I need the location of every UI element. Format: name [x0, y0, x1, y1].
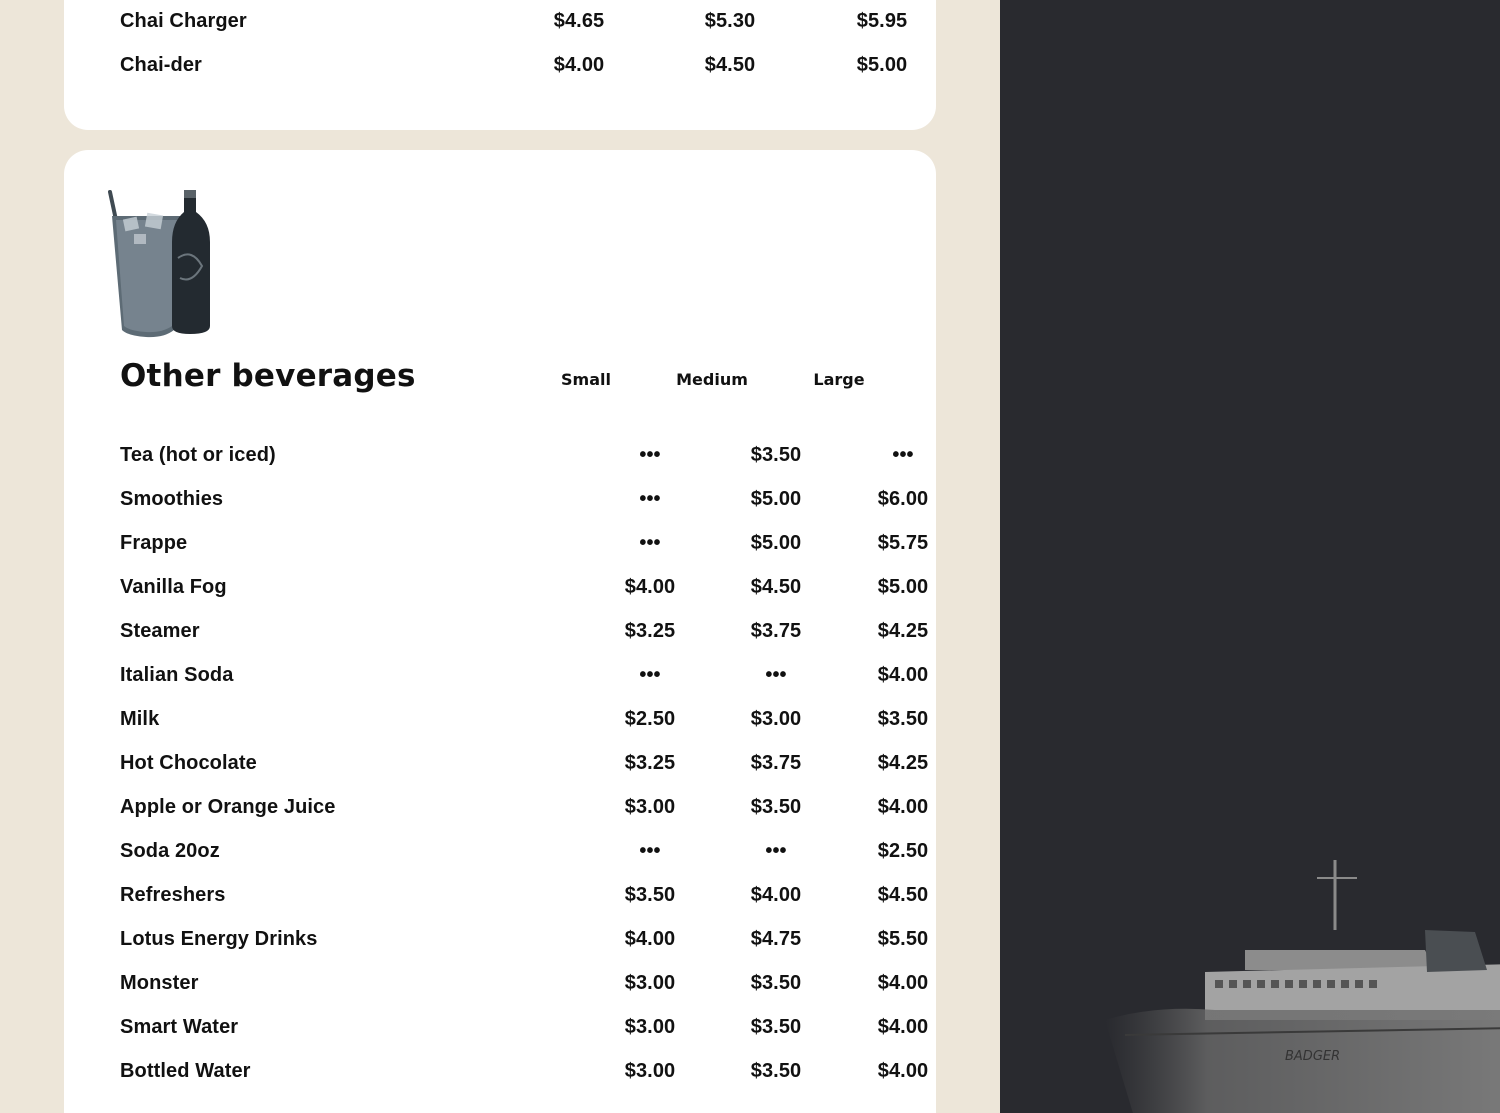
- item-name: Apple or Orange Juice: [120, 796, 336, 818]
- price-medium: $4.50: [704, 54, 756, 76]
- price-small: $3.25: [624, 752, 676, 774]
- price-medium: •••: [765, 840, 787, 862]
- price-large: $4.50: [877, 884, 929, 906]
- price-large: $2.50: [877, 840, 929, 862]
- price-medium: $4.75: [750, 928, 802, 950]
- price-large: $5.00: [877, 576, 929, 598]
- menu-row: Chai Charger $4.65 $5.30 $5.95: [120, 10, 920, 40]
- item-name: Italian Soda: [120, 664, 234, 686]
- menu-row: Hot Chocolate $3.25 $3.75 $4.25: [120, 752, 928, 782]
- menu-row: Refreshers $3.50 $4.00 $4.50: [120, 884, 928, 914]
- item-name: Monster: [120, 972, 199, 994]
- price-medium: $3.50: [750, 444, 802, 466]
- price-large: $5.75: [877, 532, 929, 554]
- price-small: $4.00: [553, 54, 605, 76]
- menu-row: Tea (hot or iced) ••• $3.50 •••: [120, 444, 920, 474]
- price-small: $3.00: [624, 1016, 676, 1038]
- price-medium: $3.50: [750, 1016, 802, 1038]
- price-small: $4.00: [624, 576, 676, 598]
- price-small: •••: [639, 664, 661, 686]
- price-medium: $4.50: [750, 576, 802, 598]
- menu-row: Frappe ••• $5.00 $5.75: [120, 532, 928, 562]
- menu-row: Smoothies ••• $5.00 $6.00: [120, 488, 928, 518]
- price-medium: $5.00: [750, 532, 802, 554]
- price-large: $4.25: [877, 752, 929, 774]
- price-small: $3.50: [624, 884, 676, 906]
- price-large: $4.00: [877, 972, 929, 994]
- price-medium: $3.50: [750, 972, 802, 994]
- item-name: Steamer: [120, 620, 200, 642]
- price-large: $4.00: [877, 796, 929, 818]
- price-medium: $3.75: [750, 620, 802, 642]
- menu-card-chai: Chai Charger $4.65 $5.30 $5.95 Chai-der …: [64, 0, 936, 130]
- glass-and-bottle-icon: [108, 190, 210, 338]
- ship-illustration: BADGER: [1105, 860, 1500, 1113]
- price-small: $3.00: [624, 796, 676, 818]
- price-medium: $5.30: [704, 10, 756, 32]
- menu-row: Milk $2.50 $3.00 $3.50: [120, 708, 928, 738]
- price-small: $3.00: [624, 972, 676, 994]
- item-name: Frappe: [120, 532, 188, 554]
- menu-row: Chai-der $4.00 $4.50 $5.00: [120, 54, 920, 84]
- price-small: $4.65: [553, 10, 605, 32]
- price-medium: $3.50: [750, 796, 802, 818]
- item-name: Soda 20oz: [120, 840, 220, 862]
- price-large: $4.00: [877, 664, 929, 686]
- menu-row: Lotus Energy Drinks $4.00 $4.75 $5.50: [120, 928, 928, 958]
- column-header-medium: Medium: [676, 370, 748, 389]
- item-name: Refreshers: [120, 884, 226, 906]
- ship-name: BADGER: [1285, 1049, 1340, 1064]
- price-large: $4.00: [877, 1060, 929, 1082]
- price-medium: $3.00: [750, 708, 802, 730]
- price-medium: $4.00: [750, 884, 802, 906]
- menu-row: Italian Soda ••• ••• $4.00: [120, 664, 928, 694]
- section-title: Other beverages: [120, 358, 416, 394]
- menu-row: Bottled Water $3.00 $3.50 $4.00: [120, 1060, 928, 1090]
- price-large: $4.00: [877, 1016, 929, 1038]
- menu-row: Apple or Orange Juice $3.00 $3.50 $4.00: [120, 796, 928, 826]
- menu-row: Soda 20oz ••• ••• $2.50: [120, 840, 928, 870]
- item-name: Tea (hot or iced): [120, 444, 276, 466]
- price-large: $3.50: [877, 708, 929, 730]
- price-small: •••: [639, 488, 661, 510]
- price-medium: $5.00: [750, 488, 802, 510]
- menu-card-other-beverages: Other beverages Small Medium Large Tea (…: [64, 150, 936, 1113]
- price-large: $4.25: [877, 620, 929, 642]
- column-header-small: Small: [561, 370, 611, 389]
- price-large: $5.50: [877, 928, 929, 950]
- price-large: $6.00: [877, 488, 929, 510]
- price-small: •••: [639, 840, 661, 862]
- hero-image-panel: BADGER: [1000, 0, 1500, 1113]
- price-medium: $3.75: [750, 752, 802, 774]
- item-name: Bottled Water: [120, 1060, 251, 1082]
- price-large: $5.95: [856, 10, 908, 32]
- price-large: •••: [892, 444, 914, 466]
- price-small: $3.00: [624, 1060, 676, 1082]
- menu-row: Monster $3.00 $3.50 $4.00: [120, 972, 928, 1002]
- price-small: $3.25: [624, 620, 676, 642]
- price-medium: •••: [765, 664, 787, 686]
- menu-row: Steamer $3.25 $3.75 $4.25: [120, 620, 928, 650]
- item-name: Hot Chocolate: [120, 752, 257, 774]
- price-small: •••: [639, 532, 661, 554]
- item-name: Chai Charger: [120, 10, 247, 32]
- price-small: $2.50: [624, 708, 676, 730]
- item-name: Lotus Energy Drinks: [120, 928, 318, 950]
- menu-pane: Chai Charger $4.65 $5.30 $5.95 Chai-der …: [0, 0, 1000, 1113]
- menu-row: Smart Water $3.00 $3.50 $4.00: [120, 1016, 928, 1046]
- item-name: Smart Water: [120, 1016, 239, 1038]
- price-small: $4.00: [624, 928, 676, 950]
- price-large: $5.00: [856, 54, 908, 76]
- menu-row: Vanilla Fog $4.00 $4.50 $5.00: [120, 576, 928, 606]
- item-name: Milk: [120, 708, 160, 730]
- item-name: Smoothies: [120, 488, 224, 510]
- price-medium: $3.50: [750, 1060, 802, 1082]
- column-header-large: Large: [813, 370, 865, 389]
- item-name: Vanilla Fog: [120, 576, 227, 598]
- item-name: Chai-der: [120, 54, 202, 76]
- price-small: •••: [639, 444, 661, 466]
